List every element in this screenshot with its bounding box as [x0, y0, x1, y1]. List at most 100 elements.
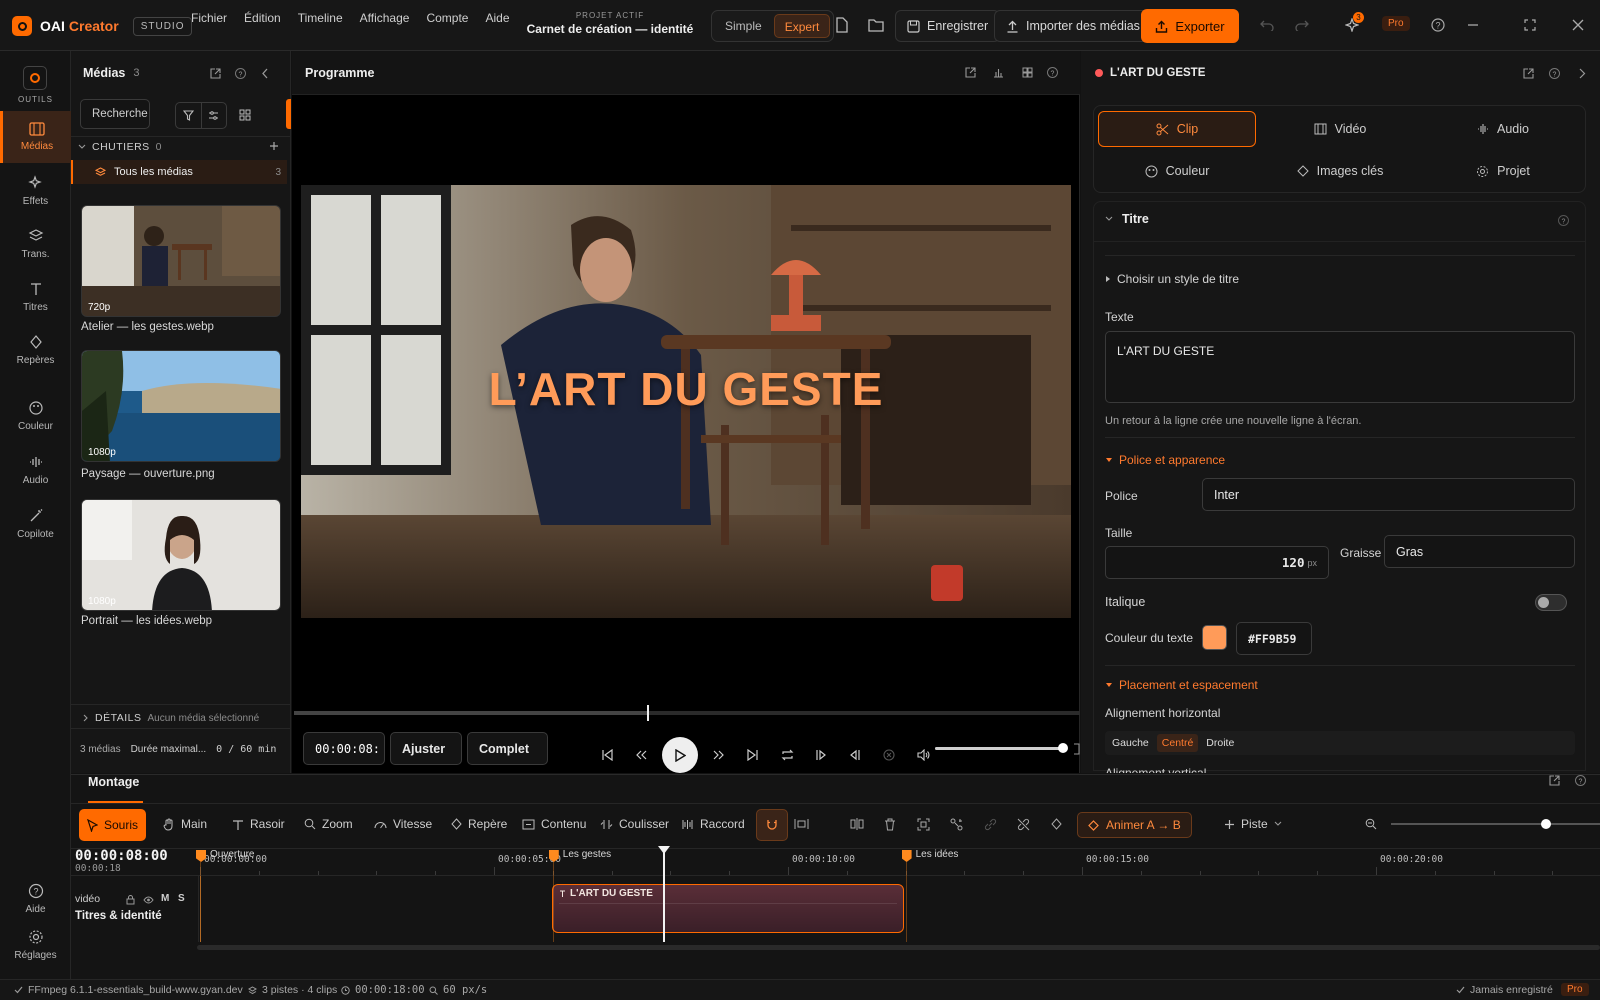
program-help-icon[interactable]: ? — [1047, 67, 1058, 78]
program-popout-icon[interactable] — [965, 67, 976, 78]
filter-icon[interactable] — [176, 103, 202, 128]
tab-video[interactable]: Vidéo — [1261, 111, 1419, 147]
weight-select[interactable]: Gras — [1384, 535, 1575, 568]
open-folder-icon[interactable] — [868, 18, 884, 32]
clear-marks-icon[interactable] — [872, 749, 906, 761]
eye-icon[interactable] — [143, 896, 154, 904]
save-button[interactable]: Enregistrer — [895, 10, 1001, 42]
title-style-picker[interactable]: Choisir un style de titre — [1105, 272, 1239, 286]
import-media-button[interactable]: Importer des médias — [994, 10, 1152, 42]
montage-popout-icon[interactable] — [1549, 775, 1560, 786]
keyframe-icon[interactable] — [1051, 818, 1062, 830]
tab-projet[interactable]: Projet — [1424, 153, 1582, 189]
scrub-track[interactable] — [294, 705, 1080, 721]
tool-contenu[interactable]: Contenu — [522, 817, 586, 831]
fit-select[interactable]: Ajuster — [390, 732, 462, 765]
program-timecode-field[interactable]: 00:00:08: — [303, 732, 385, 765]
media-thumb-portrait[interactable]: 1080p — [81, 499, 281, 611]
tool-zoom[interactable]: Zoom — [304, 817, 353, 831]
placement-section-header[interactable]: Placement et espacement — [1105, 678, 1258, 692]
tool-coulisser[interactable]: Coulisser — [600, 817, 669, 831]
title-overlay[interactable]: L’ART DU GESTE — [301, 362, 1071, 416]
font-select[interactable]: Inter — [1202, 478, 1575, 511]
close-icon[interactable] — [1572, 19, 1584, 31]
menu-aide[interactable]: Aide — [485, 11, 509, 25]
halign-droite[interactable]: Droite — [1202, 734, 1238, 752]
timeline-hscrollbar[interactable] — [197, 945, 1600, 950]
link-icon[interactable] — [984, 818, 997, 831]
rail-transitions[interactable]: Trans. — [0, 228, 71, 260]
popout-icon[interactable] — [210, 68, 221, 79]
menu-fichier[interactable]: Fichier — [191, 11, 227, 25]
inspector-popout-icon[interactable] — [1523, 68, 1534, 79]
montage-help-icon[interactable]: ? — [1575, 775, 1586, 786]
help-icon[interactable]: ? — [1431, 18, 1445, 32]
snap-magnet-icon[interactable] — [756, 809, 788, 841]
timeline-ruler[interactable]: 00:00:00:00 00:00:05:00 00:00:10:00 00:00:1… — [200, 848, 1590, 875]
media-thumb-atelier[interactable]: 720p — [81, 205, 281, 317]
volume-knob[interactable] — [1058, 743, 1068, 753]
unlink-icon[interactable] — [1017, 818, 1030, 831]
safe-grid-icon[interactable] — [1022, 67, 1033, 78]
media-help-icon[interactable]: ? — [235, 68, 246, 79]
media-thumb-paysage[interactable]: 1080p — [81, 350, 281, 462]
rail-copilote[interactable]: Copilote — [0, 508, 71, 540]
italic-toggle[interactable] — [1535, 594, 1567, 611]
play-button[interactable] — [662, 737, 698, 773]
mark-in-icon[interactable] — [804, 749, 838, 761]
skip-to-start-icon[interactable] — [590, 749, 624, 761]
tool-repere[interactable]: Repère — [451, 817, 507, 831]
volume-icon[interactable] — [906, 749, 940, 761]
ripple-toggle-icon[interactable] — [794, 818, 809, 830]
tool-vitesse[interactable]: Vitesse — [374, 817, 432, 831]
zoom-knob[interactable] — [1540, 819, 1551, 829]
timeline-playhead[interactable] — [658, 846, 670, 942]
details-row[interactable]: DÉTAILS Aucun média sélectionné — [83, 712, 259, 724]
tool-main[interactable]: Main — [163, 817, 207, 831]
rail-audio[interactable]: Audio — [0, 454, 71, 486]
scopes-icon[interactable] — [993, 67, 1004, 78]
collapse-left-icon[interactable] — [261, 68, 269, 79]
title-clip[interactable]: L'ART DU GESTE — [552, 884, 904, 933]
tool-raccord[interactable]: Raccord — [681, 817, 745, 831]
menu-affichage[interactable]: Affichage — [360, 11, 410, 25]
rail-titres[interactable]: Titres — [0, 281, 71, 313]
rail-couleur[interactable]: Couleur — [0, 400, 71, 432]
collapse-right-icon[interactable] — [1579, 68, 1586, 79]
fullscreen-icon[interactable] — [1073, 743, 1080, 755]
tab-audio[interactable]: Audio — [1424, 111, 1582, 147]
panel-accent-tab[interactable] — [286, 99, 291, 129]
tool-rasoir[interactable]: Rasoir — [232, 817, 285, 831]
inspector-help-icon[interactable]: ? — [1549, 68, 1560, 79]
zoom-out-icon[interactable] — [1365, 818, 1377, 830]
tab-clip[interactable]: Clip — [1098, 111, 1256, 147]
skip-to-end-icon[interactable] — [736, 749, 770, 761]
rail-aide[interactable]: ? Aide — [0, 883, 71, 915]
add-bin-icon[interactable] — [269, 141, 279, 151]
lock-icon[interactable] — [126, 895, 135, 905]
split-icon[interactable] — [850, 818, 864, 830]
scrub-playhead[interactable] — [646, 705, 649, 721]
solo-toggle[interactable]: S — [178, 893, 185, 904]
loop-icon[interactable] — [770, 749, 804, 761]
mode-expert[interactable]: Expert — [773, 14, 831, 38]
halign-gauche[interactable]: Gauche — [1108, 734, 1153, 752]
undo-icon[interactable] — [1260, 19, 1274, 31]
sliders-icon[interactable] — [202, 103, 227, 128]
track-lane[interactable]: L'ART DU GESTE — [200, 876, 1600, 942]
new-file-icon[interactable] — [835, 17, 849, 33]
titre-header[interactable]: Titre — [1105, 212, 1149, 226]
halign-centre[interactable]: Centré — [1156, 734, 1199, 752]
video-frame[interactable]: L’ART DU GESTE — [301, 185, 1071, 618]
export-button[interactable]: Exporter — [1141, 9, 1239, 43]
text-color-hex[interactable]: #FF9B59 — [1236, 622, 1312, 655]
mute-toggle[interactable]: M — [161, 893, 169, 904]
rail-reperes[interactable]: Repères — [0, 334, 71, 366]
minimize-icon[interactable] — [1467, 19, 1479, 31]
tab-keyframes[interactable]: Images clés — [1261, 153, 1419, 189]
tab-couleur[interactable]: Couleur — [1098, 153, 1256, 189]
quality-select[interactable]: Complet — [467, 732, 548, 765]
rail-reglages[interactable]: Réglages — [0, 929, 71, 961]
bin-all-media[interactable]: Tous les médias 3 — [71, 160, 287, 184]
mode-simple[interactable]: Simple — [715, 14, 772, 38]
